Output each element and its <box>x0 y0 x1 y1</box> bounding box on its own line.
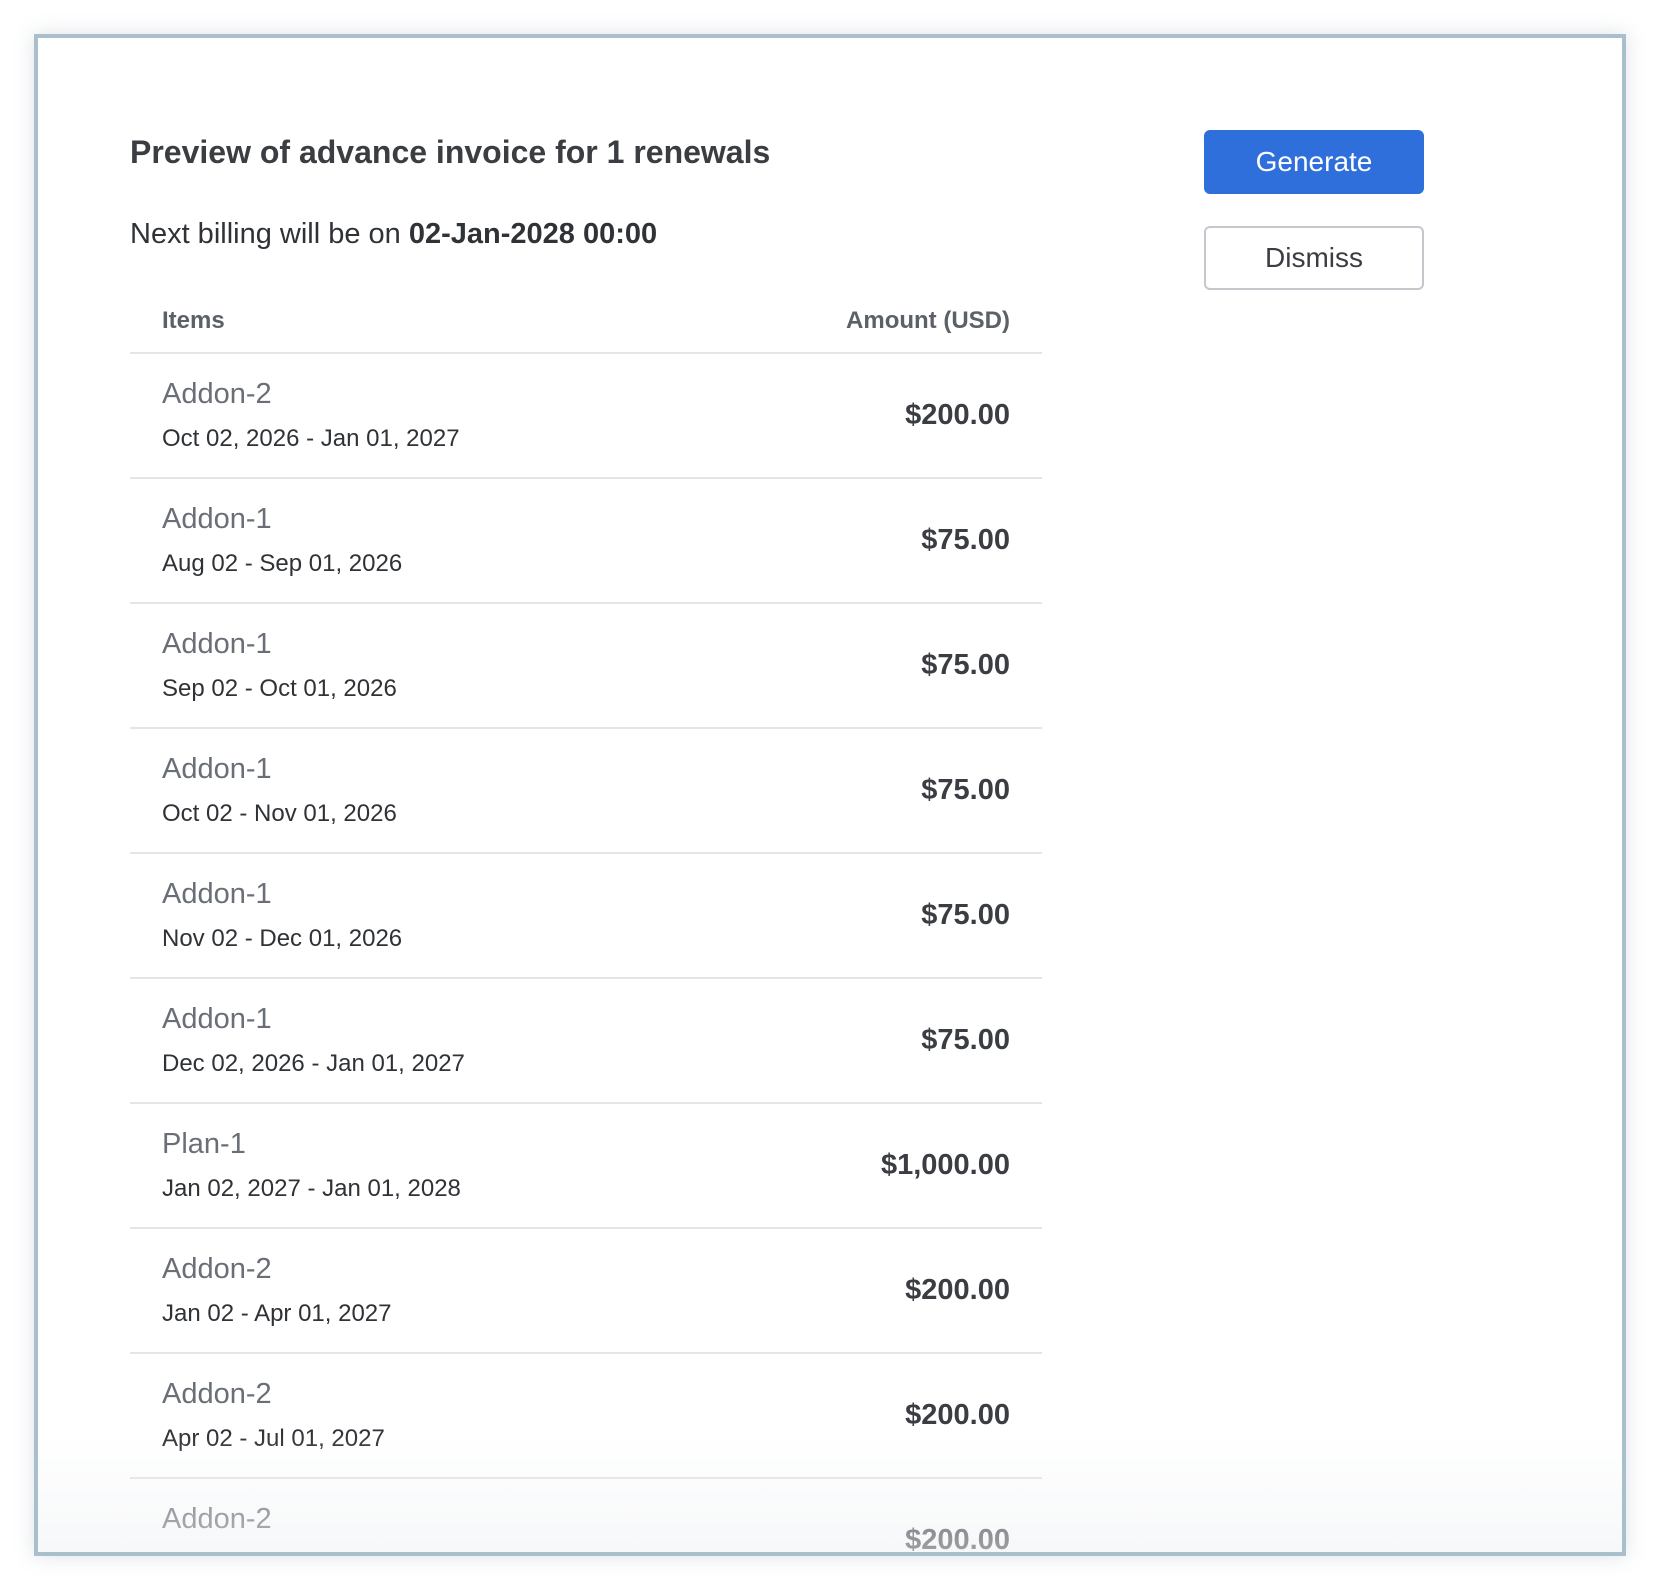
table-body: Addon-2 Oct 02, 2026 - Jan 01, 2027 $200.0… <box>130 354 1042 1556</box>
table-row: Addon-1 Sep 02 - Oct 01, 2026 $75.00 <box>130 604 1042 729</box>
item-period: Sep 02 - Oct 01, 2026 <box>162 675 397 702</box>
item-name: Addon-2 <box>162 1378 272 1410</box>
item-period: Oct 02, 2026 - Jan 01, 2027 <box>162 425 460 452</box>
invoice-items-table: Items Amount (USD) Addon-2 Oct 02, 2026 -… <box>130 290 1042 1556</box>
item-name: Addon-1 <box>162 628 272 660</box>
item-cell: Addon-1 Nov 02 - Dec 01, 2026 <box>162 878 402 953</box>
page-title: Preview of advance invoice for 1 renewal… <box>130 134 771 170</box>
item-period: Dec 02, 2026 - Jan 01, 2027 <box>162 1050 465 1077</box>
item-period: Nov 02 - Dec 01, 2026 <box>162 925 403 952</box>
item-period: Jan 02 - Apr 01, 2027 <box>162 1300 392 1327</box>
next-billing-date: 02-Jan-2028 00:00 <box>408 218 658 250</box>
column-header-items: Items <box>162 307 225 334</box>
table-row: Addon-2 Apr 02 - Jul 01, 2027 $200.00 <box>130 1354 1042 1479</box>
table-row: Plan-1 Jan 02, 2027 - Jan 01, 2028 $1,000.… <box>130 1104 1042 1229</box>
item-period: Aug 02 - Sep 01, 2026 <box>162 550 403 577</box>
item-amount: $200.00 <box>905 1524 1010 1556</box>
item-cell: Addon-2 Oct 02, 2026 - Jan 01, 2027 <box>162 378 460 453</box>
item-cell: Addon-1 Oct 02 - Nov 01, 2026 <box>162 753 397 828</box>
item-cell: Addon-2 Jan 02 - Apr 01, 2027 <box>162 1253 392 1328</box>
column-header-amount: Amount (USD) <box>846 307 1010 334</box>
item-cell: Addon-1 Sep 02 - Oct 01, 2026 <box>162 628 397 703</box>
item-period: Oct 02 - Nov 01, 2026 <box>162 800 397 827</box>
table-row: Addon-2 Jan 02 - Apr 01, 2027 $200.00 <box>130 1229 1042 1354</box>
item-amount: $200.00 <box>905 399 1010 431</box>
table-row: Addon-1 Nov 02 - Dec 01, 2026 $75.00 <box>130 854 1042 979</box>
table-header: Items Amount (USD) <box>130 290 1042 354</box>
item-amount: $75.00 <box>921 774 1010 806</box>
item-amount: $1,000.00 <box>880 1149 1010 1181</box>
item-amount: $75.00 <box>921 524 1010 556</box>
item-cell: Addon-1 Aug 02 - Sep 01, 2026 <box>162 503 402 578</box>
item-period: Jul 02 - Oct 01, 2027 <box>162 1550 385 1552</box>
item-name: Addon-2 <box>162 1253 272 1285</box>
table-row: Addon-1 Aug 02 - Sep 01, 2026 $75.00 <box>130 479 1042 604</box>
dismiss-button[interactable]: Dismiss <box>1204 226 1424 290</box>
item-name: Plan-1 <box>162 1128 246 1160</box>
item-cell: Addon-1 Dec 02, 2026 - Jan 01, 2027 <box>162 1003 465 1078</box>
item-cell: Addon-2 Jul 02 - Oct 01, 2027 <box>162 1503 385 1552</box>
item-amount: $200.00 <box>905 1399 1010 1431</box>
next-billing-info: Next billing will be on 02-Jan-2028 00:0… <box>130 218 657 251</box>
table-row: Addon-2 Oct 02, 2026 - Jan 01, 2027 $200.0… <box>130 354 1042 479</box>
table-row: Addon-1 Dec 02, 2026 - Jan 01, 2027 $75.00 <box>130 979 1042 1104</box>
item-name: Addon-1 <box>162 878 272 910</box>
next-billing-label: Next billing will be on <box>130 218 409 250</box>
item-period: Jan 02, 2027 - Jan 01, 2028 <box>162 1175 461 1202</box>
item-cell: Addon-2 Apr 02 - Jul 01, 2027 <box>162 1378 385 1453</box>
item-name: Addon-2 <box>162 378 272 410</box>
item-name: Addon-1 <box>162 753 272 785</box>
table-row: Addon-2 Jul 02 - Oct 01, 2027 $200.00 <box>130 1479 1042 1556</box>
item-name: Addon-1 <box>162 503 272 535</box>
invoice-preview-panel: Preview of advance invoice for 1 renewal… <box>34 34 1626 1556</box>
generate-button[interactable]: Generate <box>1204 130 1424 194</box>
table-row: Addon-1 Oct 02 - Nov 01, 2026 $75.00 <box>130 729 1042 854</box>
item-cell: Plan-1 Jan 02, 2027 - Jan 01, 2028 <box>162 1128 461 1203</box>
item-name: Addon-2 <box>162 1503 272 1535</box>
item-name: Addon-1 <box>162 1003 272 1035</box>
action-buttons: Generate Dismiss <box>1204 130 1424 290</box>
item-amount: $75.00 <box>921 1024 1010 1056</box>
item-amount: $75.00 <box>921 649 1010 681</box>
item-amount: $200.00 <box>905 1274 1010 1306</box>
item-amount: $75.00 <box>921 899 1010 931</box>
item-period: Apr 02 - Jul 01, 2027 <box>162 1425 385 1452</box>
